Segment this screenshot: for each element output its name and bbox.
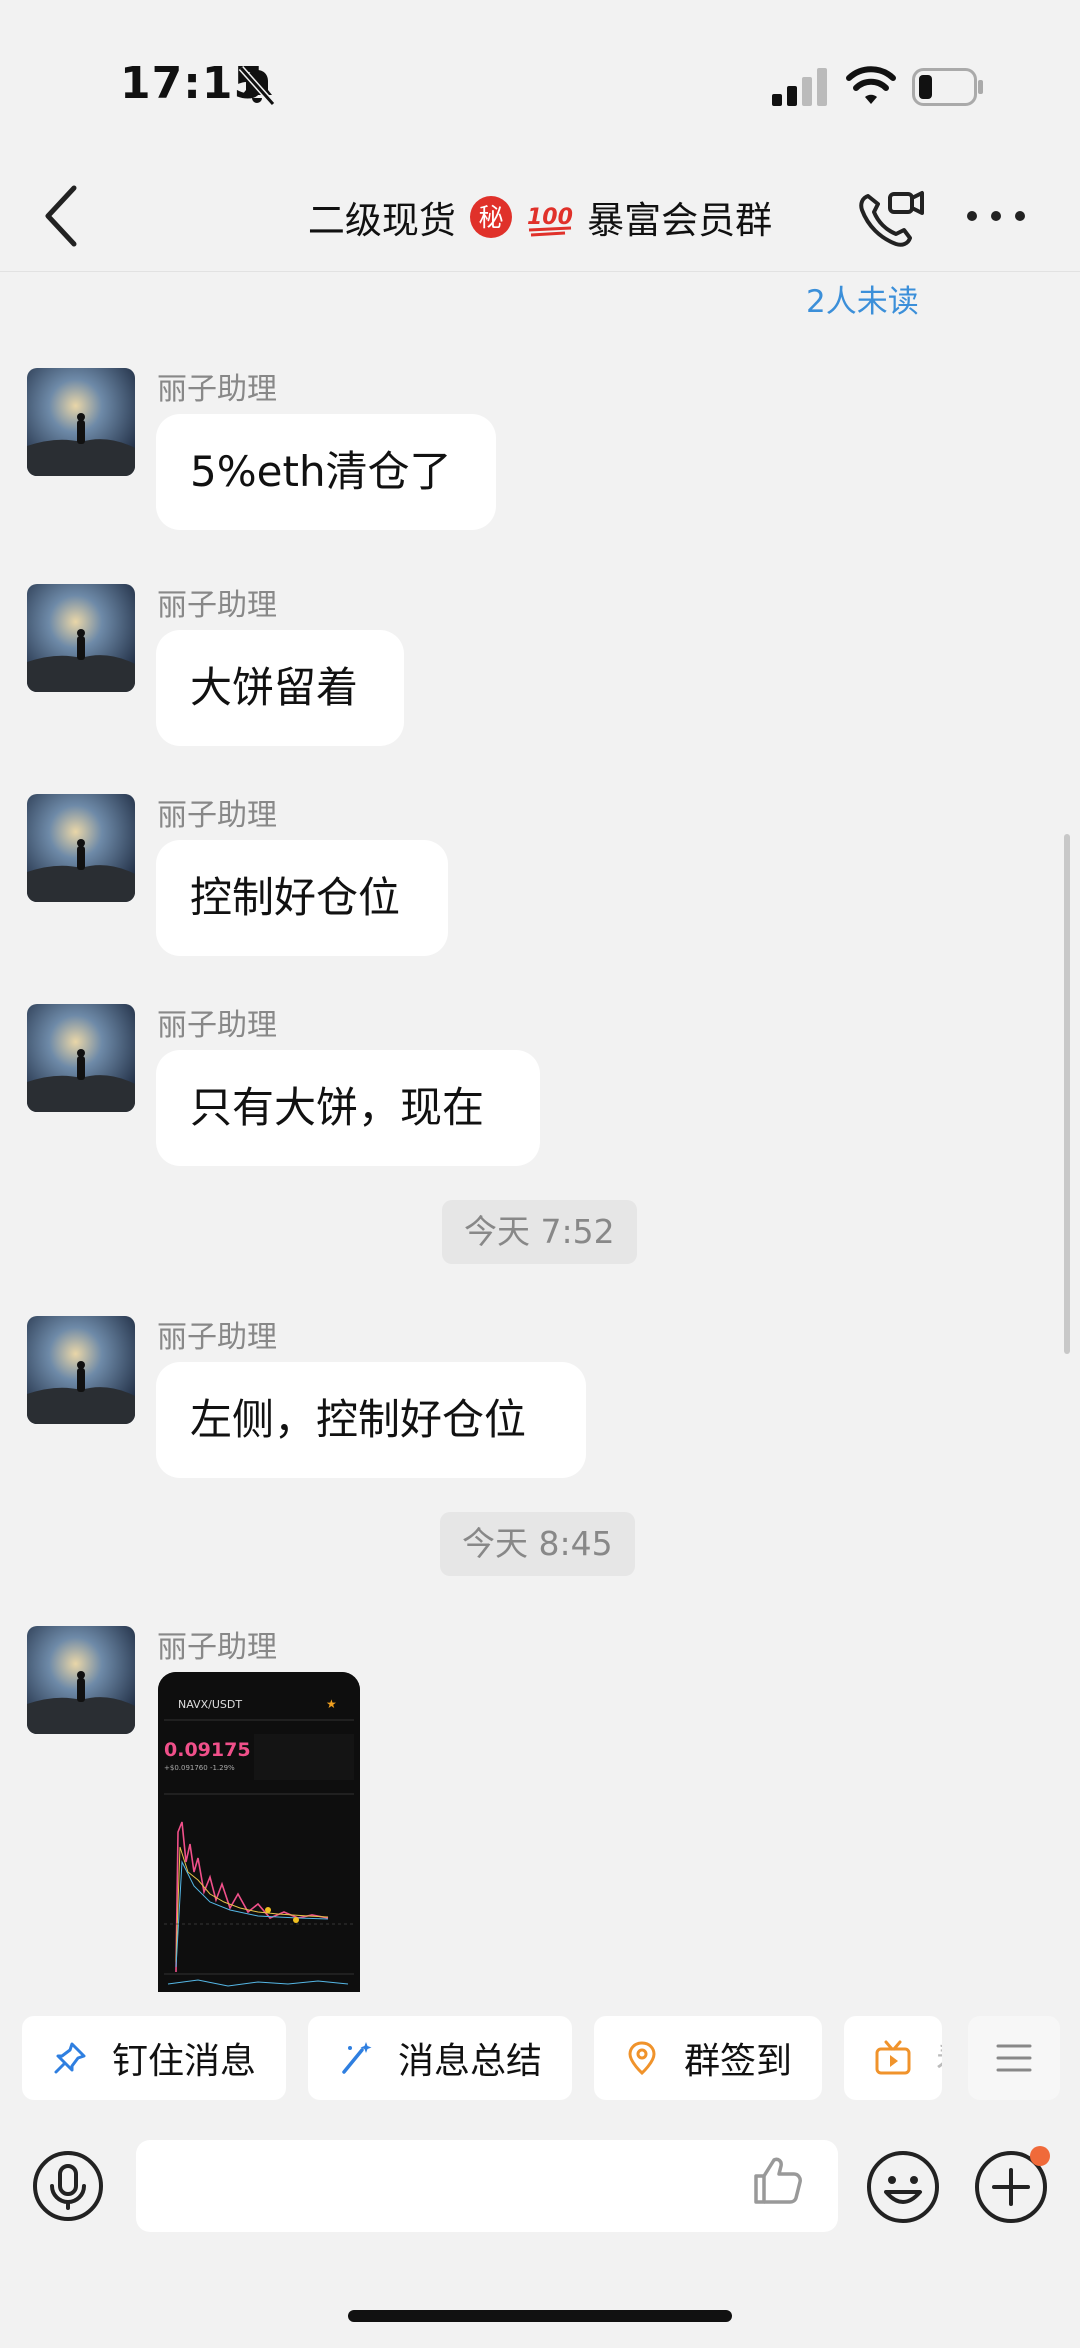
scroll-indicator[interactable]	[1064, 834, 1070, 1354]
unread-indicator[interactable]: 2人未读	[806, 276, 919, 321]
image-price-label: 0.09175	[164, 1739, 251, 1761]
message-bubble[interactable]: 控制好仓位	[156, 840, 448, 956]
sender-name: 丽子助理	[157, 588, 277, 623]
more-actions-button[interactable]	[968, 2016, 1060, 2100]
image-change-label: +$0.091760 -1.29%	[164, 1764, 235, 1772]
image-pair-label: NAVX/USDT	[178, 1698, 242, 1711]
chip-label: 群签到	[684, 2041, 793, 2082]
magic-wand-icon	[342, 2042, 372, 2074]
group-call-icon[interactable]	[856, 188, 924, 248]
watch-chip[interactable]: 看	[844, 2016, 942, 2100]
home-indicator[interactable]	[348, 2310, 732, 2322]
pin-message-chip[interactable]: 钉住消息	[22, 2016, 286, 2100]
sender-name: 丽子助理	[157, 372, 277, 407]
hamburger-menu-icon	[996, 2044, 1032, 2072]
group-checkin-chip[interactable]: 群签到	[594, 2016, 822, 2100]
cellular-signal-icon	[772, 68, 827, 106]
voice-input-icon[interactable]	[32, 2150, 104, 2222]
message-bubble[interactable]: 只有大饼，现在	[156, 1050, 540, 1166]
message-summary-chip[interactable]: 消息总结	[308, 2016, 572, 2100]
avatar[interactable]	[27, 794, 135, 902]
hundred-points-icon: 100	[527, 205, 573, 237]
chip-label: 钉住消息	[112, 2041, 257, 2082]
silent-bell-icon	[238, 66, 276, 106]
title-prefix: 二级现货	[307, 199, 456, 242]
timestamp: 今天 8:45	[440, 1512, 635, 1576]
badge-hundred-text: 100	[527, 205, 573, 230]
avatar[interactable]	[27, 1316, 135, 1424]
message-bubble[interactable]: 5%eth清仓了	[156, 414, 496, 530]
sender-name: 丽子助理	[157, 1320, 277, 1355]
badge-secret-text: 秘	[478, 203, 503, 232]
pin-icon	[54, 2042, 86, 2074]
secret-badge-icon: 秘	[469, 196, 512, 238]
title-suffix: 暴富会员群	[587, 199, 773, 242]
more-options-icon[interactable]	[964, 204, 1028, 228]
back-arrow-icon[interactable]	[40, 182, 80, 250]
chat-screen: 17:15 二级现货 秘 100 暴富会员群 2人未读 丽子助理 5%eth清仓…	[0, 0, 1080, 2348]
avatar[interactable]	[27, 1626, 135, 1734]
timestamp: 今天 7:52	[442, 1200, 637, 1264]
sender-name: 丽子助理	[157, 798, 277, 833]
chip-label: 看	[936, 2032, 942, 2084]
wifi-icon	[846, 66, 896, 104]
group-title[interactable]: 二级现货 秘 100 暴富会员群	[300, 190, 780, 244]
sender-name: 丽子助理	[157, 1630, 277, 1665]
status-bar: 17:15	[0, 0, 1080, 160]
quick-actions-bar: 钉住消息 消息总结 群签到 看	[0, 2006, 1080, 2110]
chat-header: 二级现货 秘 100 暴富会员群	[0, 160, 1080, 272]
image-message-thumbnail[interactable]: NAVX/USDT ★ 0.09175 +$0.091760 -1.29%	[158, 1672, 360, 1992]
notification-dot	[1030, 2146, 1050, 2166]
message-bubble[interactable]: 左侧，控制好仓位	[156, 1362, 586, 1478]
avatar[interactable]	[27, 368, 135, 476]
sender-name: 丽子助理	[157, 1008, 277, 1043]
emoji-icon[interactable]	[866, 2150, 940, 2224]
message-bubble[interactable]: 大饼留着	[156, 630, 404, 746]
location-pin-icon	[628, 2041, 656, 2076]
avatar[interactable]	[27, 1004, 135, 1112]
svg-text:★: ★	[326, 1697, 337, 1711]
chip-label: 消息总结	[398, 2041, 543, 2082]
tv-icon	[875, 2040, 911, 2075]
message-input[interactable]	[136, 2140, 838, 2232]
battery-icon	[912, 68, 983, 106]
avatar[interactable]	[27, 584, 135, 692]
thumbs-up-icon[interactable]	[750, 2152, 806, 2208]
